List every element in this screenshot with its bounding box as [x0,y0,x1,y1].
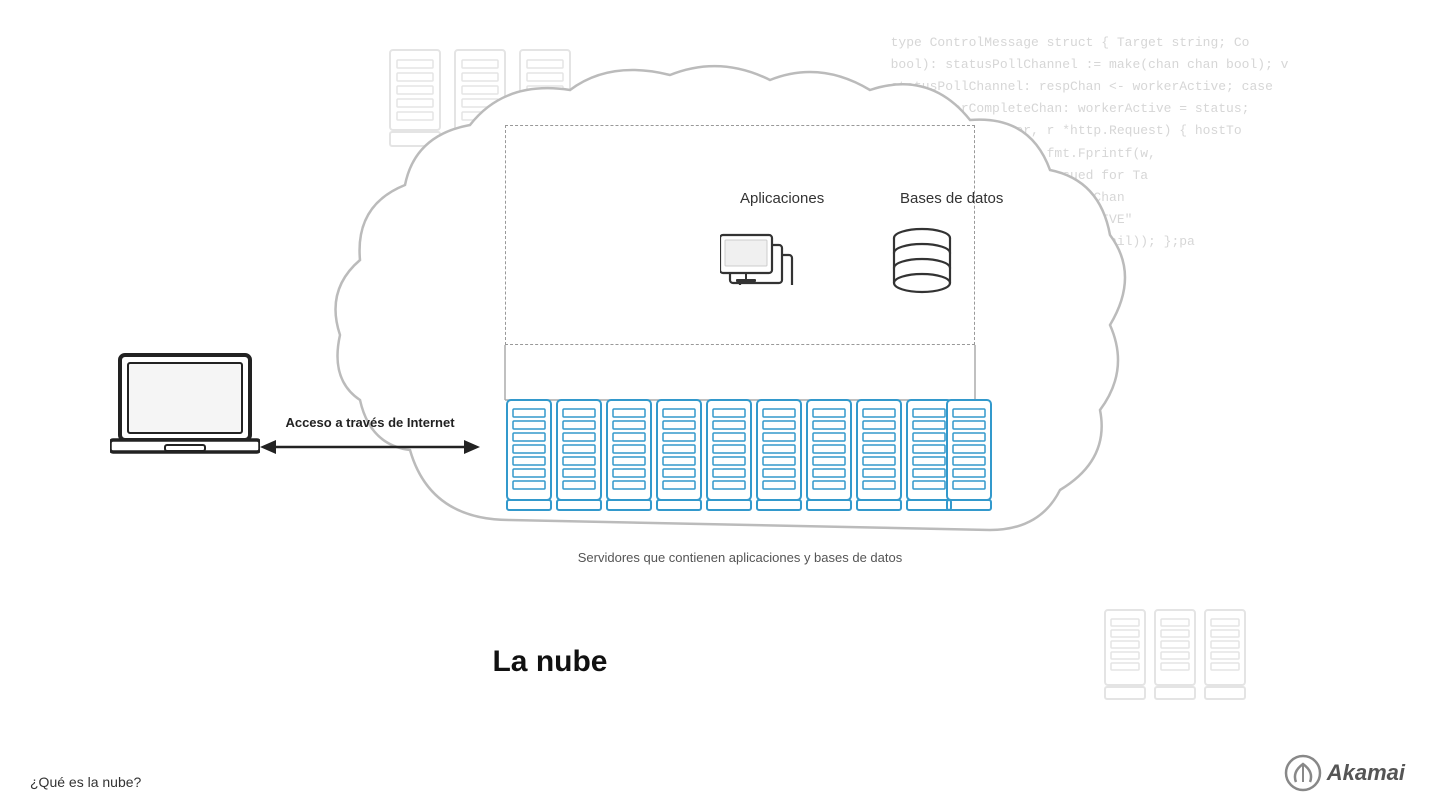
server-rack-row [505,395,995,515]
main-title: La nube [0,645,1100,679]
internet-access-arrow: Acceso a través de Internet [260,415,480,458]
main-content: Aplicaciones Bases de datos [0,0,1440,810]
arrow-label-text: Acceso a través de Internet [285,415,454,430]
akamai-logo: Akamai [1284,754,1405,792]
cloud-diagram: Aplicaciones Bases de datos [310,60,1130,630]
page-subtitle: ¿Qué es la nube? [30,774,141,790]
laptop-icon [110,350,260,475]
applications-icon [720,220,795,290]
applications-label: Aplicaciones [740,190,824,207]
database-icon [885,220,960,300]
server-description-label: Servidores que contienen aplicaciones y … [505,550,975,565]
databases-label: Bases de datos [900,190,1003,207]
brand-name-text: Akamai [1327,760,1405,786]
